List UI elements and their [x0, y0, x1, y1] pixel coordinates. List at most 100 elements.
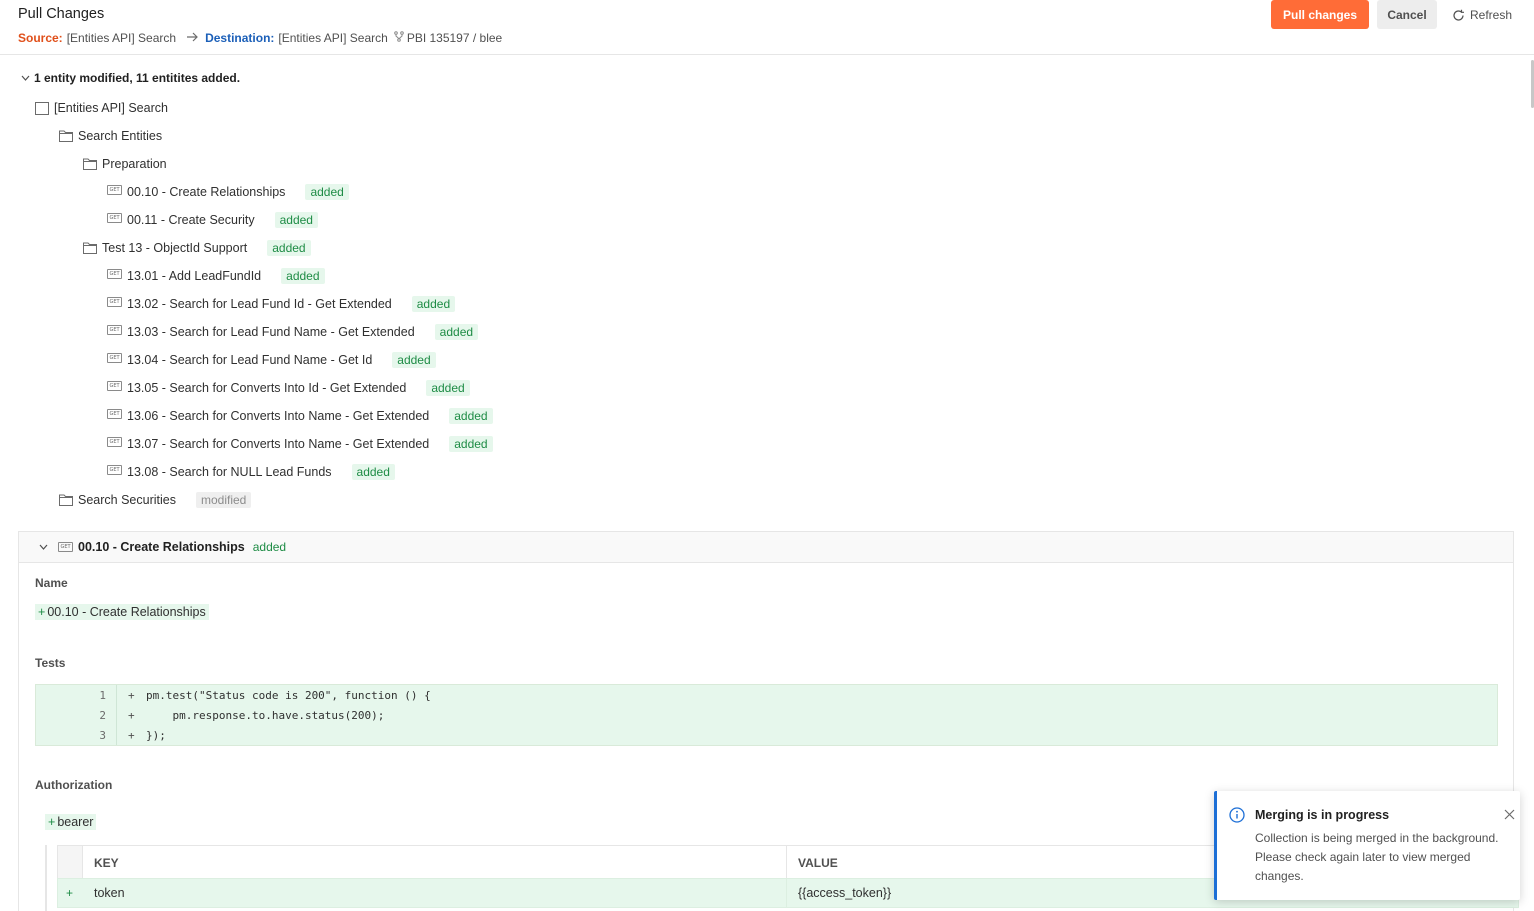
tree-folder-search-securities[interactable]: Search Securities modified: [59, 491, 252, 509]
tree-folder-label: Test 13 - ObjectId Support: [102, 241, 248, 255]
tree-request-item[interactable]: GET 00.10 - Create Relationships added: [107, 183, 349, 201]
source-value: [Entities API] Search: [66, 30, 177, 45]
tree-request-item[interactable]: GET 13.02 - Search for Lead Fund Id - Ge…: [107, 295, 456, 313]
code-line: 3 + });: [36, 725, 1497, 745]
get-request-icon: GET: [107, 185, 122, 195]
tree-request-item[interactable]: GET 13.06 - Search for Converts Into Nam…: [107, 407, 493, 425]
line-number: 3: [99, 728, 106, 742]
fork-icon: [394, 30, 404, 45]
tree-item-label: 00.10 - Create Relationships: [127, 185, 286, 199]
status-badge: added: [449, 436, 493, 452]
status-badge: added: [281, 268, 325, 284]
scrollbar[interactable]: [1529, 57, 1534, 911]
chevron-down-icon: [21, 75, 30, 81]
code-line: 1 + pm.test("Status code is 200", functi…: [36, 685, 1497, 705]
status-badge: modified: [195, 492, 252, 508]
row-key: token: [94, 886, 125, 900]
status-badge: added: [426, 380, 470, 396]
value-column-header: VALUE: [798, 856, 838, 870]
get-request-icon: GET: [107, 297, 122, 307]
merge-progress-toast: Merging is in progress Collection is bei…: [1214, 791, 1520, 900]
arrow-right-icon: [186, 30, 199, 45]
tree-folder-label: Search Entities: [78, 129, 163, 143]
line-number: 1: [99, 688, 106, 702]
auth-type-value: bearer: [57, 815, 94, 829]
plus-icon: +: [48, 815, 56, 829]
close-icon[interactable]: [1504, 809, 1515, 823]
get-request-icon: GET: [107, 437, 122, 447]
folder-icon: [59, 494, 73, 506]
get-request-icon: GET: [107, 465, 122, 475]
fork-ref: PBI 135197 / blee: [406, 30, 503, 45]
status-badge: added: [267, 240, 311, 256]
chevron-down-icon[interactable]: [39, 544, 48, 550]
tree-folder-preparation[interactable]: Preparation: [83, 155, 167, 173]
folder-icon: [83, 242, 97, 254]
row-value: {{access_token}}: [798, 886, 892, 900]
changes-summary: 1 entity modified, 11 entitites added.: [34, 71, 241, 85]
page-title: Pull Changes: [18, 6, 105, 22]
tree-item-label: 13.04 - Search for Lead Fund Name - Get …: [127, 353, 373, 367]
folder-icon: [83, 158, 97, 170]
status-badge: added: [392, 352, 436, 368]
tree-item-label: 13.05 - Search for Converts Into Id - Ge…: [127, 381, 407, 395]
tree-request-item[interactable]: GET 13.05 - Search for Converts Into Id …: [107, 379, 470, 397]
key-column-header: KEY: [94, 856, 119, 870]
get-request-icon: GET: [107, 213, 122, 223]
source-label: Source:: [18, 30, 63, 45]
diff-sign: +: [128, 708, 135, 722]
detail-title: 00.10 - Create Relationships: [78, 540, 245, 554]
folder-icon: [59, 130, 73, 142]
status-badge: added: [411, 296, 456, 312]
tree-collection-label: [Entities API] Search: [54, 101, 168, 115]
authorization-section-label: Authorization: [35, 778, 113, 792]
tree-request-item[interactable]: GET 00.11 - Create Security added: [107, 211, 318, 229]
changes-summary-toggle[interactable]: 1 entity modified, 11 entitites added.: [21, 71, 240, 85]
status-badge: added: [305, 184, 349, 200]
get-request-icon: GET: [58, 542, 73, 552]
tree-item-label: 13.03 - Search for Lead Fund Name - Get …: [127, 325, 415, 339]
column-divider: [786, 879, 787, 907]
auth-type-diff: + bearer: [45, 814, 97, 830]
detail-header[interactable]: GET 00.10 - Create Relationships added: [19, 532, 1513, 563]
refresh-icon: [1453, 9, 1464, 21]
line-number: 2: [99, 708, 106, 722]
get-request-icon: GET: [107, 381, 122, 391]
info-icon: [1229, 807, 1245, 826]
get-request-icon: GET: [107, 409, 122, 419]
toast-title: Merging is in progress: [1255, 808, 1390, 822]
tree-folder-search-entities[interactable]: Search Entities: [59, 127, 162, 145]
tree-folder-test-13[interactable]: Test 13 - ObjectId Support added: [83, 239, 311, 257]
diff-sign: +: [128, 688, 135, 702]
destination-value: [Entities API] Search: [278, 30, 388, 45]
tree-request-item[interactable]: GET 13.07 - Search for Converts Into Nam…: [107, 435, 493, 453]
tree-request-item[interactable]: GET 13.08 - Search for NULL Lead Funds a…: [107, 463, 395, 481]
header-bar: Pull Changes Source: [Entities API] Sear…: [0, 0, 1534, 55]
tree-item-label: 13.07 - Search for Converts Into Name - …: [127, 437, 430, 451]
tree-request-item[interactable]: GET 13.03 - Search for Lead Fund Name - …: [107, 323, 479, 341]
tree-request-item[interactable]: GET 13.01 - Add LeadFundId added: [107, 267, 325, 285]
tree-request-item[interactable]: GET 13.04 - Search for Lead Fund Name - …: [107, 351, 436, 369]
diff-sign: +: [128, 728, 135, 742]
collection-icon: [35, 101, 49, 115]
destination-label: Destination:: [205, 30, 275, 45]
status-badge: added: [351, 464, 395, 480]
name-value: 00.10 - Create Relationships: [47, 605, 206, 619]
tests-code-diff: 1 + pm.test("Status code is 200", functi…: [35, 684, 1498, 746]
source-destination-line: Source: [Entities API] Search Destinatio…: [18, 30, 502, 45]
code-line: 2 + pm.response.to.have.status(200);: [36, 705, 1497, 725]
tree-item-label: 13.06 - Search for Converts Into Name - …: [127, 409, 430, 423]
column-divider: [786, 846, 787, 878]
refresh-button[interactable]: Refresh: [1452, 6, 1512, 24]
tree-collection[interactable]: [Entities API] Search: [35, 99, 168, 117]
cancel-button[interactable]: Cancel: [1377, 0, 1437, 29]
refresh-label: Refresh: [1470, 8, 1513, 22]
tree-item-label: 13.08 - Search for NULL Lead Funds: [127, 465, 332, 479]
pull-changes-button[interactable]: Pull changes: [1271, 0, 1369, 29]
tree-item-label: 00.11 - Create Security: [127, 213, 255, 227]
code-text: pm.test("Status code is 200", function (…: [146, 688, 431, 702]
status-badge: added: [434, 324, 479, 340]
plus-icon: +: [38, 605, 46, 619]
tree-folder-label: Search Securities: [78, 493, 176, 507]
code-text: });: [146, 728, 166, 742]
